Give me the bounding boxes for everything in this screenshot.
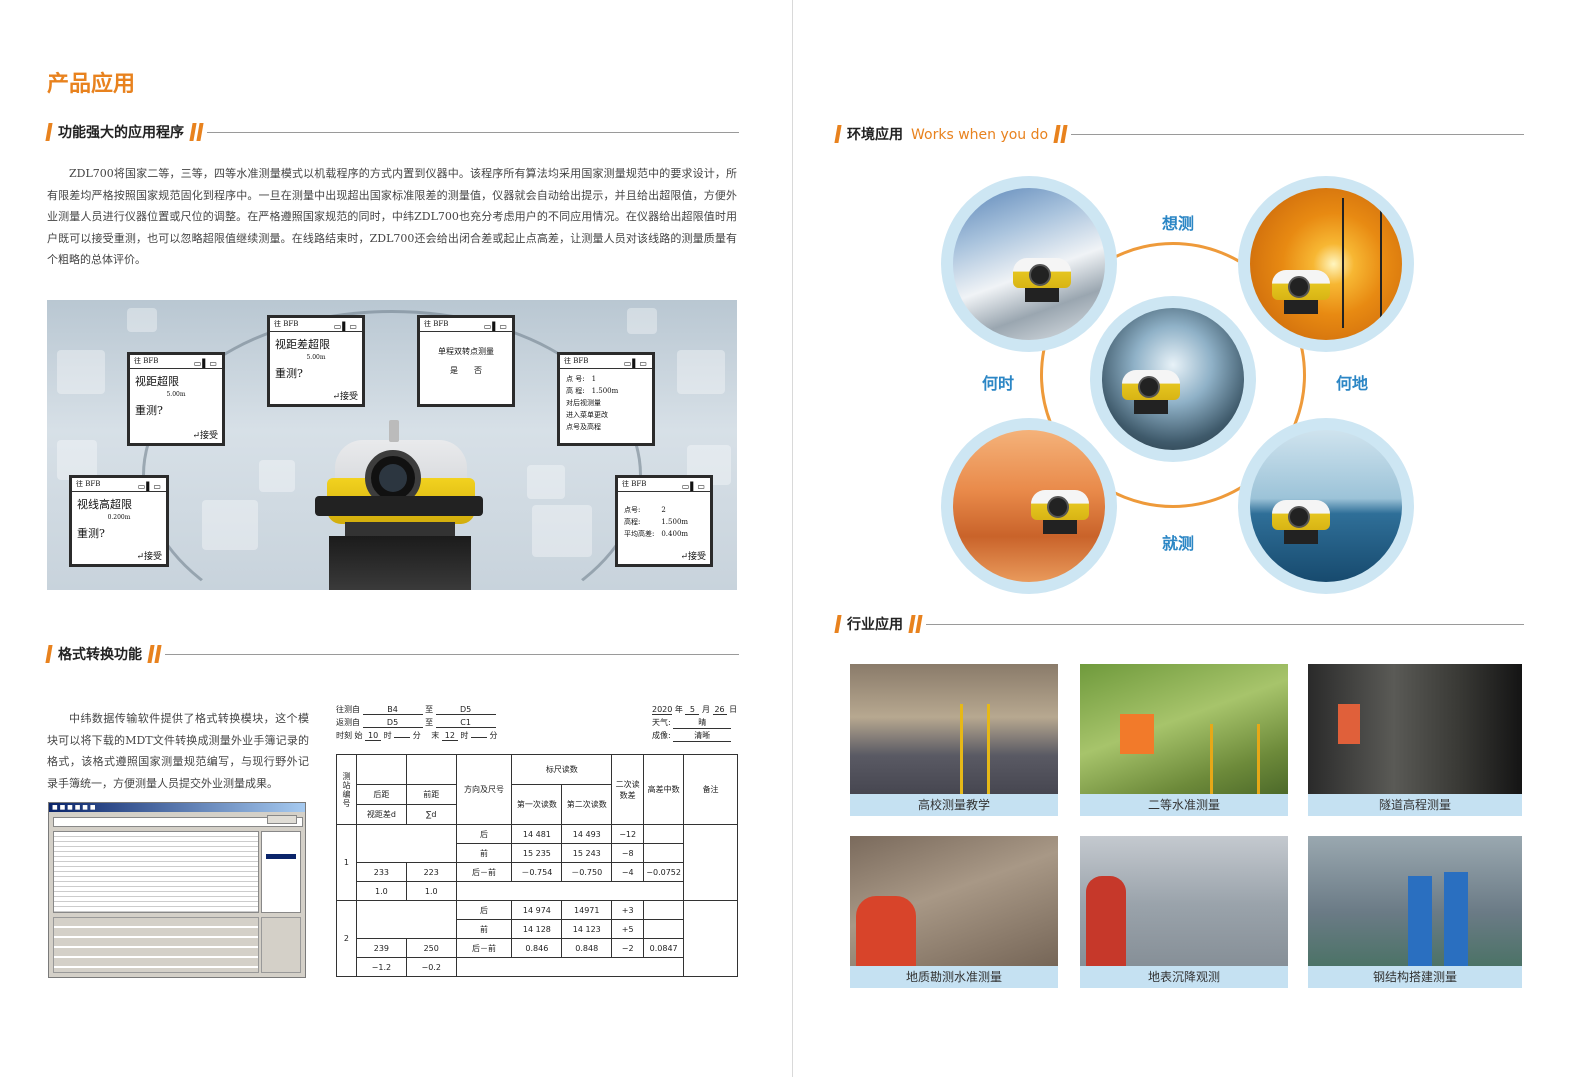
form-from: 往测自 B4 至 D5 — [336, 704, 496, 715]
screen-mean-height: 往 BFB ▭▌▭ 点号: 2 高程: 1.500m 平均高差: 0.400m ↵… — [615, 475, 713, 567]
form-date: 2020 年 5 月 26 日 — [652, 705, 738, 715]
instrument-screens-panel: 往 BFB ▭▌▭ 视距超限 5.00m 重测? ↵接受 往 BFB ▭▌▭ 视距差… — [47, 300, 737, 590]
photo-university-teaching: 高校测量教学 — [850, 664, 1058, 816]
photo-geological-survey: 地质勘测水准测量 — [850, 836, 1058, 988]
th-reading: 标尺读数 — [511, 754, 613, 785]
level-survey-record-table: 测站编号 方向及尺号 标尺读数 二次读数差 高差中数 备注 后距 前距 第一次读… — [336, 754, 738, 977]
th-sum: ∑d — [405, 804, 457, 825]
form-time: 时刻 始 10 时 分 末 12 时 分 — [336, 731, 498, 741]
th-mean: 高差中数 — [643, 754, 685, 825]
word-when: 何时 — [982, 374, 1015, 393]
photo-power-tower-sunset — [1238, 176, 1414, 352]
screen-distance-diff: 往 BFB ▭▌▭ 视距差超限 5.00m 重测? ↵接受 — [267, 315, 365, 407]
photo-snow-mountain — [941, 176, 1117, 352]
format-description: 中纬数据传输软件提供了格式转换模块，这个模块可以将下载的MDT文件转换成测量外业… — [47, 712, 309, 790]
table-row: −1.2 −0.2 — [337, 957, 738, 977]
word-think: 想测 — [1162, 214, 1195, 233]
section-heading-apps: 功能强大的应用程序 — [45, 120, 739, 144]
table-row: 1.0 1.0 — [337, 881, 738, 901]
photo-sea — [1238, 418, 1414, 594]
th-station: 测站编号 — [336, 754, 357, 825]
screen-line-height: 往 BFB ▭▌▭ 视线高超限 0.200m 重测? ↵接受 — [69, 475, 169, 567]
section-heading-environment: 环境应用 Works when you do — [834, 122, 1524, 146]
page-spine — [792, 0, 793, 1077]
page-title: 产品应用 — [47, 72, 136, 97]
section-heading-industry: 行业应用 — [834, 612, 1524, 636]
table-row: 1 后 14 481 14 493 −12 — [336, 824, 738, 901]
th-back: 后距 — [355, 784, 407, 805]
word-where: 何地 — [1336, 374, 1369, 393]
th-first: 第一次读数 — [511, 784, 563, 825]
screen-point-info: 往 BFB ▭▌▭ 点 号: 1 高 程: 1.500m 对后视测量 进入菜单更改… — [557, 352, 655, 446]
th-second: 第二次读数 — [561, 784, 613, 825]
form-image: 成像: 清晰 — [652, 730, 732, 742]
screen-sight-distance: 往 BFB ▭▌▭ 视距超限 5.00m 重测? ↵接受 — [127, 352, 225, 446]
word-measure: 就测 — [1162, 534, 1195, 553]
photo-tunnel-elevation: 隧道高程测量 — [1308, 664, 1522, 816]
form-back: 返测自 D5 至 C1 — [336, 717, 496, 728]
table-row: 2 后 14 974 14971 +3 — [336, 900, 738, 977]
photo-desert — [941, 418, 1117, 594]
section-heading-format: 格式转换功能 — [45, 642, 739, 666]
table-row: 239 250 后－前 0.846 0.848 −2 0.0847 — [337, 938, 738, 958]
software-window-screenshot: ■ ■ ■ ■ ■ ■ — [48, 802, 306, 978]
th-note: 备注 — [683, 754, 738, 825]
th-direction: 方向及尺号 — [455, 754, 513, 825]
apps-description: ZDL700将国家二等，三等，四等水准测量模式以机载程序的方式内置到仪器中。该程… — [47, 167, 737, 266]
photo-ground-subsidence: 地表沉降观测 — [1080, 836, 1288, 988]
photo-steel-structure: 钢结构搭建测量 — [1308, 836, 1522, 988]
table-row: 233 223 后－前 －0.754 －0.750 −4 −0.0752 — [337, 862, 738, 882]
form-weather: 天气: 晴 — [652, 717, 732, 729]
screen-double-turn: 往 BFB ▭▌▭ 单程双转点测量 是 否 — [417, 315, 515, 407]
th-delta: 二次读数差 — [611, 754, 645, 825]
th-diff: 视距差d — [355, 804, 407, 825]
th-front: 前距 — [405, 784, 457, 805]
photo-forest-sky — [1090, 296, 1256, 462]
photo-second-class-leveling: 二等水准测量 — [1080, 664, 1288, 816]
